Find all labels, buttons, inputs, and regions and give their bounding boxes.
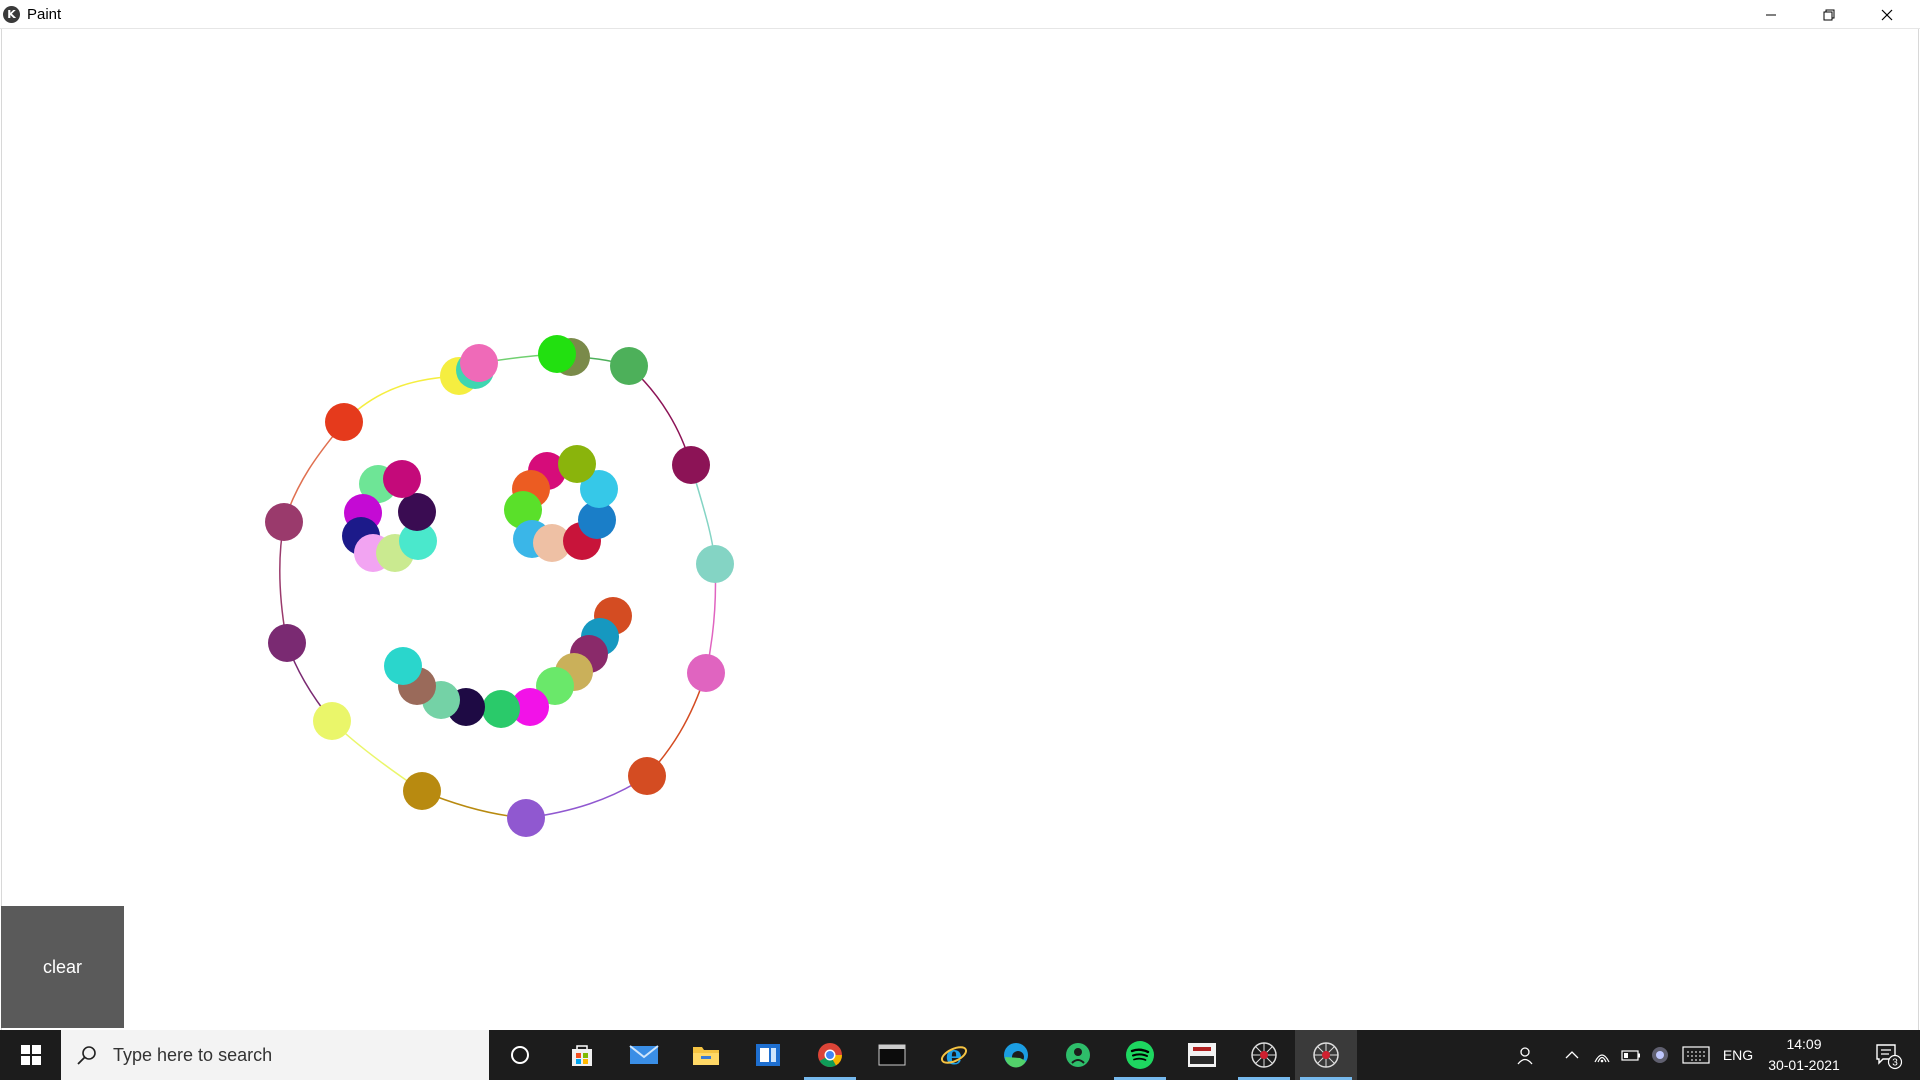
- spider-app-active-icon: [1313, 1042, 1339, 1068]
- store-icon: [572, 1045, 592, 1066]
- paint-dot: [460, 344, 498, 382]
- paint-dot: [403, 772, 441, 810]
- chevron-up-icon: [1565, 1051, 1579, 1059]
- cortana-button[interactable]: [489, 1030, 551, 1080]
- taskbar-app-chrome[interactable]: [799, 1030, 861, 1080]
- title-bar: K Paint: [0, 0, 1920, 29]
- drawing-canvas[interactable]: [1, 29, 1919, 1030]
- taskbar-app-maps[interactable]: [1047, 1030, 1109, 1080]
- clear-button[interactable]: clear: [1, 906, 124, 1028]
- paint-dot: [313, 702, 351, 740]
- minimize-button[interactable]: [1742, 0, 1800, 29]
- paint-dot: [538, 335, 576, 373]
- touch-keyboard-button[interactable]: [1680, 1030, 1712, 1080]
- taskbar: e: [0, 1030, 1920, 1080]
- keyboard-icon: [1682, 1046, 1710, 1064]
- news-icon: [756, 1044, 780, 1066]
- clock-time: 14:09: [1786, 1036, 1822, 1052]
- restore-icon: [1823, 9, 1835, 20]
- paint-dot: [610, 347, 648, 385]
- chrome-icon: [818, 1043, 842, 1068]
- notification-count: 3: [1892, 1058, 1898, 1069]
- taskbar-app-terminal[interactable]: [861, 1030, 923, 1080]
- terminal-icon: [878, 1044, 906, 1066]
- taskbar-app-spotify[interactable]: [1109, 1030, 1171, 1080]
- mail-icon: [629, 1045, 659, 1064]
- paint-dot: [507, 799, 545, 837]
- taskbar-app-explorer[interactable]: [675, 1030, 737, 1080]
- close-button[interactable]: [1858, 0, 1916, 29]
- taskbar-app-ie[interactable]: e: [923, 1030, 985, 1080]
- paint-dot: [558, 445, 596, 483]
- wifi-icon: [1594, 1054, 1610, 1063]
- paint-dot: [268, 624, 306, 662]
- taskbar-app-spider-active[interactable]: [1295, 1030, 1357, 1080]
- svg-text:e: e: [946, 1041, 963, 1070]
- close-icon: [1881, 9, 1893, 20]
- taskbar-app-edge[interactable]: [985, 1030, 1047, 1080]
- webcam-icon: [1652, 1047, 1668, 1063]
- network-button[interactable]: [1590, 1030, 1614, 1080]
- battery-button[interactable]: [1619, 1030, 1643, 1080]
- webcam-button[interactable]: [1648, 1030, 1672, 1080]
- spider-app-icon: [1251, 1042, 1277, 1068]
- paint-dot: [628, 757, 666, 795]
- windows-logo-icon: [20, 1045, 41, 1065]
- paint-dot: [383, 460, 421, 498]
- battery-icon: [1621, 1050, 1640, 1061]
- search-input[interactable]: [111, 1043, 475, 1067]
- taskbar-app-news[interactable]: [737, 1030, 799, 1080]
- paint-app-icon: K: [3, 6, 20, 23]
- notification-icon: 3: [1876, 1044, 1903, 1070]
- paint-dot: [265, 503, 303, 541]
- show-hidden-icons-button[interactable]: [1560, 1030, 1584, 1080]
- clock-date: 30-01-2021: [1768, 1057, 1840, 1073]
- start-button[interactable]: [0, 1030, 61, 1080]
- taskbar-app-game[interactable]: [1171, 1030, 1233, 1080]
- minimize-icon: [1766, 14, 1776, 15]
- window-title: Paint: [27, 6, 62, 23]
- paint-dot: [696, 545, 734, 583]
- paint-dot: [384, 647, 422, 685]
- restore-button[interactable]: [1800, 0, 1858, 29]
- taskbar-search[interactable]: [61, 1030, 489, 1080]
- edge-icon: [1004, 1043, 1028, 1068]
- maps-icon: [1066, 1043, 1090, 1067]
- action-center-button[interactable]: 3: [1864, 1030, 1914, 1080]
- language-indicator[interactable]: ENG: [1718, 1030, 1758, 1080]
- taskbar-app-store[interactable]: [551, 1030, 613, 1080]
- paint-drawing: [265, 335, 734, 837]
- paint-dot: [325, 403, 363, 441]
- people-icon: [1517, 1047, 1533, 1065]
- search-icon: [77, 1046, 96, 1065]
- people-button[interactable]: [1510, 1030, 1544, 1080]
- internet-explorer-icon: e: [940, 1041, 968, 1070]
- taskbar-app-spider[interactable]: [1233, 1030, 1295, 1080]
- cortana-icon: [511, 1046, 529, 1064]
- file-explorer-icon: [693, 1047, 719, 1065]
- spotify-icon: [1126, 1041, 1154, 1069]
- taskbar-app-mail[interactable]: [613, 1030, 675, 1080]
- paint-dot: [482, 690, 520, 728]
- paint-dot: [672, 446, 710, 484]
- paint-dot: [398, 493, 436, 531]
- clock[interactable]: 14:09 30-01-2021: [1760, 1030, 1848, 1080]
- game-icon: [1188, 1043, 1216, 1067]
- paint-dot: [687, 654, 725, 692]
